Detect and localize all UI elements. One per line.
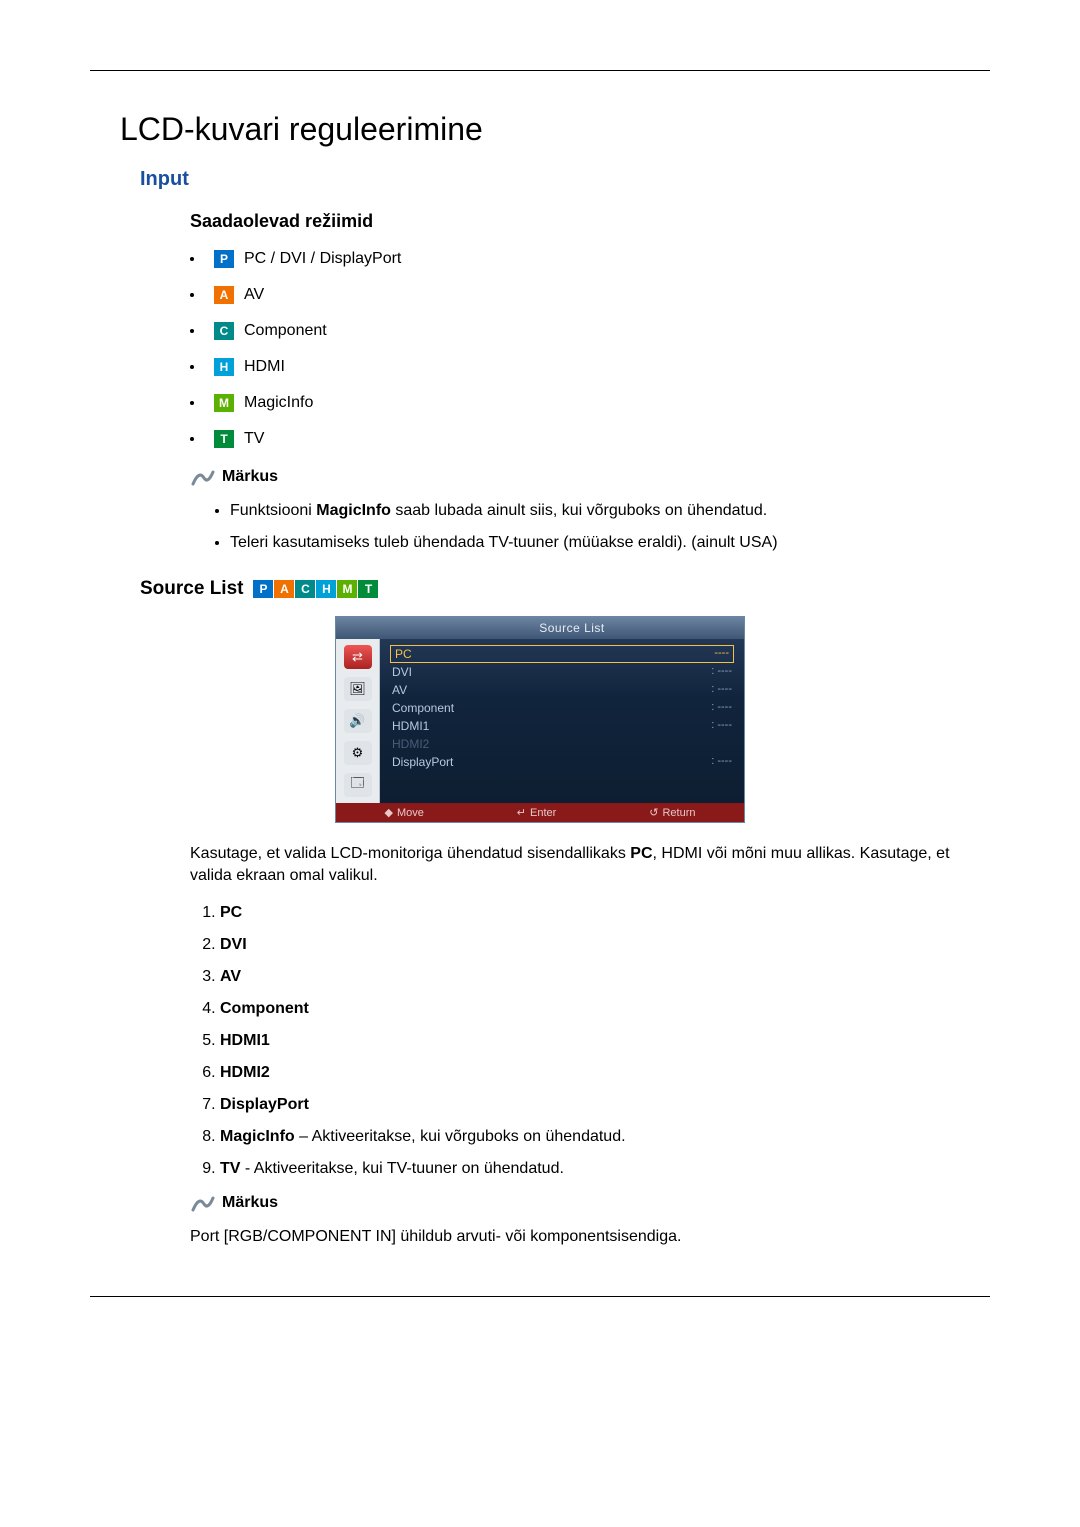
osd-screenshot: Source List ⇄ 🖼 🔊 ⚙ 🗔 PC---- DVI: ---- A… (90, 616, 990, 823)
bullet-icon (190, 437, 194, 441)
note1-pre: Funktsiooni (230, 502, 316, 519)
badge-t-icon: T (358, 580, 378, 598)
bullet-icon (190, 329, 194, 333)
osd-row-displayport: DisplayPort: ---- (390, 753, 734, 771)
note-heading-1: Märkus (190, 466, 990, 488)
ol-hdmi2: HDMI2 (220, 1064, 990, 1082)
ol-displayport: DisplayPort (220, 1096, 990, 1114)
top-rule (90, 70, 990, 71)
osd-side-multi-icon: 🗔 (344, 773, 372, 797)
note-item-2: Teleri kasutamiseks tuleb ühendada TV-tu… (230, 534, 990, 552)
mode-av-label: AV (244, 286, 264, 304)
ol-dvi: DVI (220, 936, 990, 954)
page-title: LCD-kuvari reguleerimine (120, 111, 990, 148)
osd-sidebar: ⇄ 🖼 🔊 ⚙ 🗔 (336, 639, 380, 803)
mode-hdmi-label: HDMI (244, 358, 285, 376)
bullet-icon (190, 293, 194, 297)
note-heading-2: Märkus (190, 1192, 990, 1214)
badge-c-icon: C (295, 580, 315, 598)
badge-a-icon: A (274, 580, 294, 598)
ol-pc: PC (220, 904, 990, 922)
note1-bold: MagicInfo (316, 502, 391, 519)
osd-side-setup-icon: ⚙ (344, 741, 372, 765)
note-icon (190, 1192, 216, 1214)
badge-p-icon: P (214, 250, 234, 268)
ol-av: AV (220, 968, 990, 986)
ol-tv-desc: - Aktiveeritakse, kui TV-tuuner on ühend… (240, 1160, 563, 1177)
badge-m-icon: M (337, 580, 357, 598)
osd-footer-return: ↺ Return (649, 806, 695, 819)
mode-av: A AV (190, 286, 990, 304)
mode-magicinfo-label: MagicInfo (244, 394, 313, 412)
final-note: Port [RGB/COMPONENT IN] ühildub arvuti- … (190, 1228, 990, 1246)
mode-component: C Component (190, 322, 990, 340)
mode-pc-label: PC / DVI / DisplayPort (244, 250, 401, 268)
source-list-description: Kasutage, et valida LCD-monitoriga ühend… (190, 843, 970, 888)
mode-component-label: Component (244, 322, 327, 340)
mode-hdmi: H HDMI (190, 358, 990, 376)
note1-post: saab lubada ainult siis, kui võrguboks o… (391, 502, 767, 519)
mode-tv: T TV (190, 430, 990, 448)
ol-hdmi1: HDMI1 (220, 1032, 990, 1050)
osd-row-dvi: DVI: ---- (390, 663, 734, 681)
badges-row: P A C H M T (253, 580, 378, 598)
para1-bold: PC (630, 845, 652, 862)
note-label: Märkus (222, 1194, 278, 1212)
osd-side-source-icon: ⇄ (344, 645, 372, 669)
osd-row-hdmi2: HDMI2 (390, 735, 734, 753)
source-list-heading: Source List (140, 578, 243, 600)
section-input: Input (140, 168, 990, 191)
osd-side-sound-icon: 🔊 (344, 709, 372, 733)
osd-row-component: Component: ---- (390, 699, 734, 717)
ol-magicinfo: MagicInfo – Aktiveeritakse, kui võrgubok… (220, 1128, 990, 1146)
badge-t-icon: T (214, 430, 234, 448)
badge-h-icon: H (316, 580, 336, 598)
osd-title: Source List (400, 621, 744, 635)
ol-tv: TV - Aktiveeritakse, kui TV-tuuner on üh… (220, 1160, 990, 1178)
badge-p-icon: P (253, 580, 273, 598)
bullet-icon (190, 401, 194, 405)
osd-row-pc: PC---- (390, 645, 734, 663)
mode-magicinfo: M MagicInfo (190, 394, 990, 412)
note-bullets: Funktsiooni MagicInfo saab lubada ainult… (230, 502, 990, 552)
osd-list: PC---- DVI: ---- AV: ---- Component: ---… (380, 639, 744, 803)
source-list-heading-row: Source List P A C H M T (140, 578, 990, 600)
badge-m-icon: M (214, 394, 234, 412)
source-ordered-list: PC DVI AV Component HDMI1 HDMI2 DisplayP… (220, 904, 990, 1178)
ol-magicinfo-desc: – Aktiveeritakse, kui võrguboks on ühend… (295, 1128, 626, 1145)
badge-a-icon: A (214, 286, 234, 304)
available-modes-heading: Saadaolevad režiimid (190, 211, 990, 232)
badge-c-icon: C (214, 322, 234, 340)
mode-tv-label: TV (244, 430, 264, 448)
note-label: Märkus (222, 468, 278, 486)
page: LCD-kuvari reguleerimine Input Saadaolev… (0, 0, 1080, 1357)
note-icon (190, 466, 216, 488)
bottom-rule (90, 1296, 990, 1297)
osd-footer-enter: ↵ Enter (517, 806, 557, 819)
modes-list: P PC / DVI / DisplayPort A AV C Componen… (190, 250, 990, 448)
mode-pc: P PC / DVI / DisplayPort (190, 250, 990, 268)
osd-footer-move: ◆ Move (384, 806, 423, 819)
bullet-icon (190, 257, 194, 261)
ol-component: Component (220, 1000, 990, 1018)
note-item-1: Funktsiooni MagicInfo saab lubada ainult… (230, 502, 990, 520)
osd-side-picture-icon: 🖼 (344, 677, 372, 701)
osd-footer: ◆ Move ↵ Enter ↺ Return (336, 803, 744, 822)
para1-pre: Kasutage, et valida LCD-monitoriga ühend… (190, 845, 630, 862)
osd-panel: Source List ⇄ 🖼 🔊 ⚙ 🗔 PC---- DVI: ---- A… (335, 616, 745, 823)
osd-row-av: AV: ---- (390, 681, 734, 699)
osd-row-hdmi1: HDMI1: ---- (390, 717, 734, 735)
bullet-icon (190, 365, 194, 369)
badge-h-icon: H (214, 358, 234, 376)
osd-header: Source List (336, 617, 744, 639)
